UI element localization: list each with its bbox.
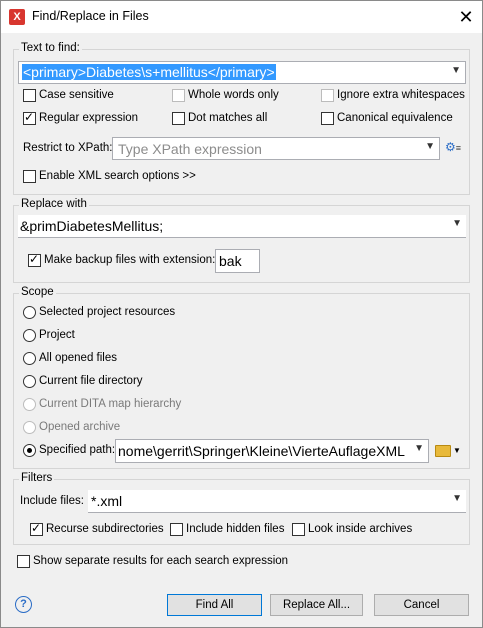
- chevron-down-icon[interactable]: ▼: [452, 493, 462, 504]
- scope-label-specified-path: Specified path:: [39, 444, 116, 456]
- include-hidden-checkbox[interactable]: [170, 523, 183, 536]
- dot-matches-all-label: Dot matches all: [188, 112, 268, 124]
- recurse-checkbox[interactable]: [30, 521, 43, 536]
- include-files-value: *.xml: [91, 493, 123, 509]
- help-icon[interactable]: ?: [15, 596, 32, 613]
- restrict-xpath-label: Restrict to XPath:: [23, 142, 113, 154]
- scope-label-all-opened-files: All opened files: [39, 352, 117, 364]
- folder-icon[interactable]: [435, 445, 451, 457]
- case-sensitive-checkbox[interactable]: [23, 89, 36, 102]
- xpath-placeholder: Type XPath expression: [118, 141, 262, 157]
- folder-menu-chevron-icon[interactable]: ▼: [453, 446, 461, 455]
- whole-words-label: Whole words only: [188, 89, 279, 101]
- recurse-label: Recurse subdirectories: [46, 523, 164, 535]
- scope-radio-selected-project-resources[interactable]: [23, 306, 36, 319]
- app-logo-icon: X: [9, 9, 25, 25]
- cancel-button[interactable]: Cancel: [374, 594, 469, 616]
- replace-combobox[interactable]: &primDiabetesMellitus; ▼: [18, 215, 466, 238]
- scope-radio-opened-archive[interactable]: [23, 421, 36, 434]
- xpath-settings-gear-icon[interactable]: ⚙≡: [445, 140, 461, 154]
- scope-radio-project[interactable]: [23, 329, 36, 342]
- scope-label-current-file-directory: Current file directory: [39, 375, 143, 387]
- window-title: Find/Replace in Files: [32, 9, 149, 23]
- regex-checkbox[interactable]: [23, 110, 36, 125]
- xpath-combobox[interactable]: Type XPath expression ▼: [112, 137, 440, 160]
- backup-checkbox[interactable]: [28, 252, 41, 267]
- chevron-down-icon[interactable]: ▼: [410, 443, 424, 454]
- chevron-down-icon[interactable]: ▼: [425, 141, 435, 152]
- scope-label-current-dita-map: Current DITA map hierarchy: [39, 398, 182, 410]
- look-inside-archives-checkbox[interactable]: [292, 523, 305, 536]
- replace-with-legend: Replace with: [19, 198, 89, 210]
- case-sensitive-label: Case sensitive: [39, 89, 114, 101]
- backup-extension-input[interactable]: bak: [215, 249, 260, 273]
- replace-all-button[interactable]: Replace All...: [270, 594, 363, 616]
- scope-legend: Scope: [19, 286, 56, 298]
- scope-label-selected-project-resources: Selected project resources: [39, 306, 176, 318]
- include-files-combobox[interactable]: *.xml ▼: [88, 490, 466, 513]
- chevron-down-icon[interactable]: ▼: [451, 65, 461, 76]
- text-to-find-legend: Text to find:: [19, 42, 82, 54]
- ignore-whitespace-label: Ignore extra whitespaces: [337, 89, 465, 101]
- regex-label: Regular expression: [39, 112, 139, 124]
- backup-extension-value: bak: [219, 253, 242, 269]
- separate-results-label: Show separate results for each search ex…: [33, 555, 289, 567]
- include-hidden-label: Include hidden files: [186, 523, 285, 535]
- specified-path-combobox[interactable]: nome\gerrit\Springer\Kleine\VierteAuflag…: [115, 439, 429, 463]
- find-replace-dialog: X Find/Replace in Files ✕ Text to find: …: [0, 0, 483, 628]
- find-text-value: <primary>Diabetes\s+mellitus</primary>: [22, 64, 276, 80]
- look-inside-archives-label: Look inside archives: [308, 523, 413, 535]
- find-combobox[interactable]: <primary>Diabetes\s+mellitus</primary> ▼: [18, 61, 466, 84]
- chevron-down-icon[interactable]: ▼: [452, 218, 462, 229]
- separate-results-checkbox[interactable]: [17, 555, 30, 568]
- scope-label-project: Project: [39, 329, 75, 341]
- filters-legend: Filters: [19, 472, 55, 484]
- scope-radio-current-file-directory[interactable]: [23, 375, 36, 388]
- scope-radio-all-opened-files[interactable]: [23, 352, 36, 365]
- canonical-label: Canonical equivalence: [337, 112, 453, 124]
- ignore-whitespace-checkbox[interactable]: [321, 89, 334, 102]
- replace-text-value: &primDiabetesMellitus;: [20, 218, 164, 234]
- include-files-label: Include files:: [20, 495, 84, 507]
- find-all-button[interactable]: Find All: [167, 594, 262, 616]
- specified-path-value: nome\gerrit\Springer\Kleine\VierteAuflag…: [118, 443, 405, 459]
- xml-options-label: Enable XML search options >>: [39, 170, 196, 182]
- xml-options-checkbox[interactable]: [23, 170, 36, 183]
- backup-label: Make backup files with extension:: [44, 254, 216, 266]
- title-bar: X Find/Replace in Files ✕: [1, 1, 482, 33]
- scope-label-opened-archive: Opened archive: [39, 421, 121, 433]
- scope-radio-current-dita-map[interactable]: [23, 398, 36, 411]
- close-button[interactable]: ✕: [453, 4, 479, 30]
- dot-matches-all-checkbox[interactable]: [172, 112, 185, 125]
- whole-words-checkbox[interactable]: [172, 89, 185, 102]
- scope-radio-specified-path[interactable]: [23, 444, 36, 457]
- canonical-checkbox[interactable]: [321, 112, 334, 125]
